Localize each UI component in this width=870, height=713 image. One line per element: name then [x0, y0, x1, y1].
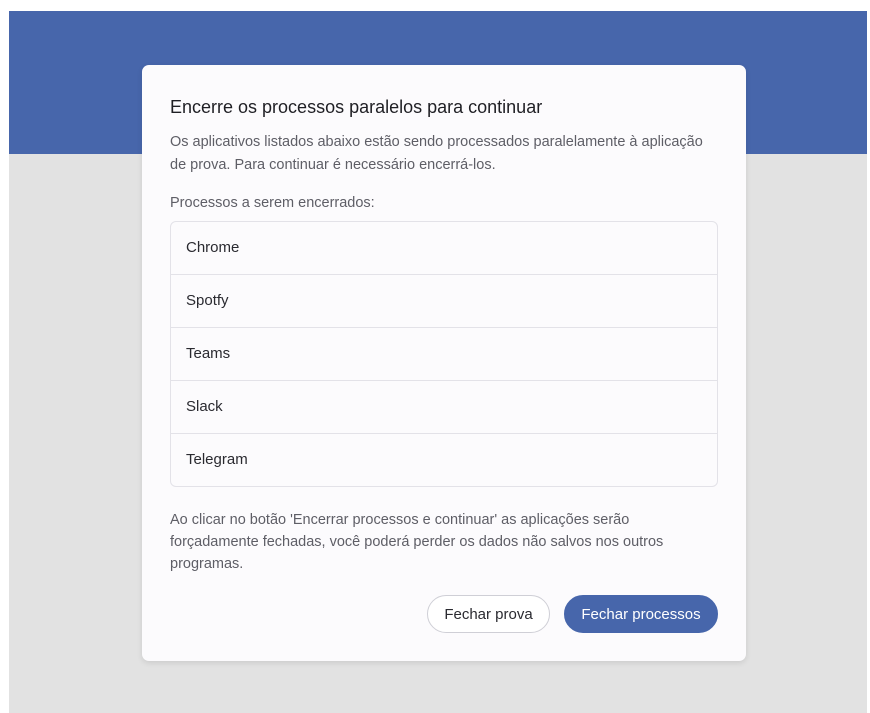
process-item-teams: Teams — [171, 327, 717, 380]
process-item-slack: Slack — [171, 380, 717, 433]
dialog-description: Os aplicativos listados abaixo estão sen… — [170, 134, 703, 173]
app-frame: Encerre os processos paralelos para cont… — [9, 11, 867, 713]
close-processes-button[interactable]: Fechar processos — [564, 595, 718, 633]
dialog-actions: Fechar prova Fechar processos — [427, 595, 718, 633]
process-list-label: Processos a serem encerrados: — [170, 195, 375, 211]
process-item-chrome: Chrome — [186, 239, 240, 256]
close-processes-dialog: Encerre os processos paralelos para cont… — [142, 65, 746, 661]
dialog-title: Encerre os processos paralelos para cont… — [170, 97, 543, 117]
close-exam-button[interactable]: Fechar prova — [427, 595, 550, 633]
process-item-spotfy: Spotfy — [171, 274, 717, 327]
warning-text: Ao clicar no botão 'Encerrar processos e… — [170, 512, 664, 572]
process-list: Chrome Spotfy Teams Slack Telegram — [170, 221, 718, 487]
process-item-telegram: Telegram — [171, 433, 717, 486]
